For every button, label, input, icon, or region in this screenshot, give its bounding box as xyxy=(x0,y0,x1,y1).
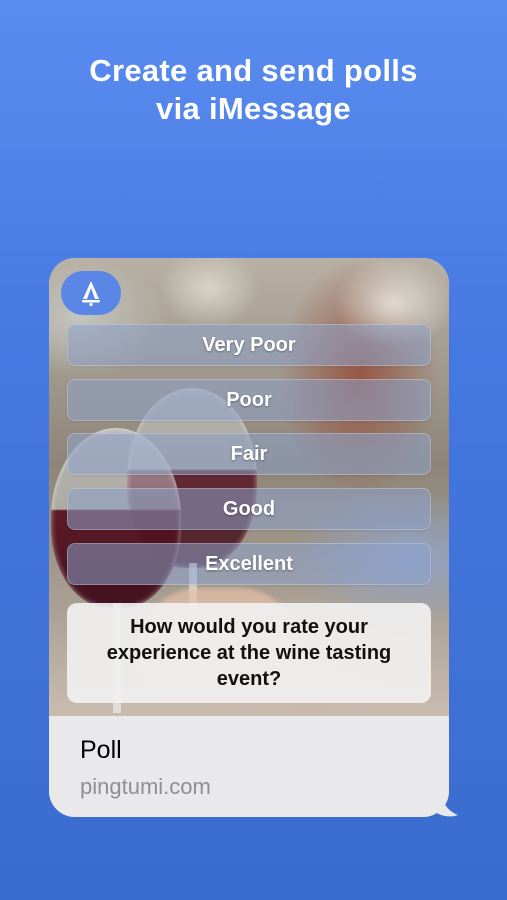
message-bubble[interactable]: Very Poor Poor Fair Good Excellent How w… xyxy=(49,258,458,817)
poll-option-good[interactable]: Good xyxy=(67,488,431,530)
headline: Create and send polls via iMessage xyxy=(0,52,507,128)
poll-option-excellent[interactable]: Excellent xyxy=(67,543,431,585)
poll-option-poor[interactable]: Poor xyxy=(67,379,431,421)
headline-line-2: via iMessage xyxy=(156,91,351,126)
poll-option-very-poor[interactable]: Very Poor xyxy=(67,324,431,366)
poll-background-photo: Very Poor Poor Fair Good Excellent How w… xyxy=(49,258,449,716)
bubble-content: Very Poor Poor Fair Good Excellent How w… xyxy=(49,258,449,817)
poll-question: How would you rate your experience at th… xyxy=(67,603,431,703)
bubble-footer: Poll pingtumi.com xyxy=(49,716,449,817)
footer-url: pingtumi.com xyxy=(80,774,211,799)
tent-bell-icon xyxy=(82,281,100,307)
headline-line-1: Create and send polls xyxy=(89,53,418,88)
poll-option-fair[interactable]: Fair xyxy=(67,433,431,475)
app-logo xyxy=(61,271,121,315)
footer-title: Poll xyxy=(80,736,122,764)
